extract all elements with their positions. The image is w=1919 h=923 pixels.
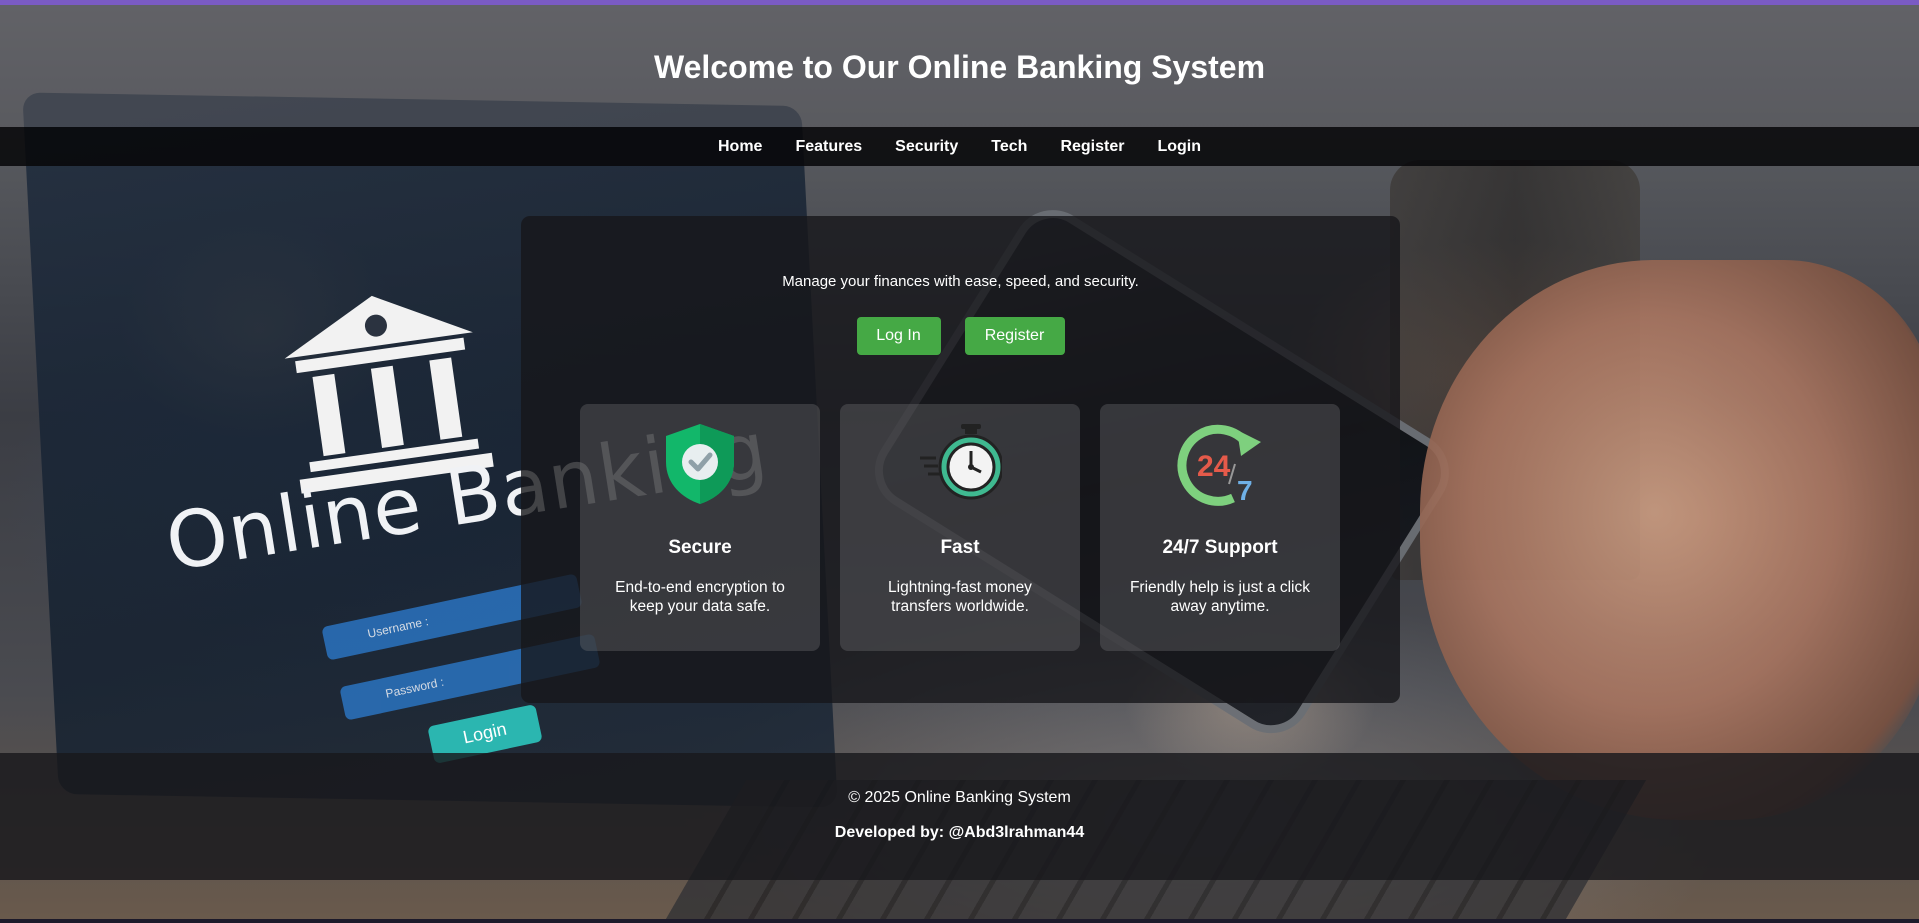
feature-cards: Secure End-to-end encryption to keep you… [580,404,1340,651]
copyright-text: © 2025 Online Banking System [848,789,1071,806]
feature-description: Lightning-fast money transfers worldwide… [888,579,1032,615]
feature-title: Secure [668,537,732,558]
shield-check-icon [580,422,820,506]
feature-description: End-to-end encryption to keep your data … [615,579,785,615]
support-24-7-icon: 24 7 [1100,422,1340,506]
nav-security[interactable]: Security [895,138,958,156]
feature-card-secure: Secure End-to-end encryption to keep you… [580,404,820,651]
hero-buttons: Log In Register [521,317,1400,355]
feature-card-support: 24 7 24/7 Support Friendly help is just … [1100,404,1340,651]
page-title: Welcome to Our Online Banking System [653,49,1266,85]
register-button[interactable]: Register [964,317,1065,355]
hand-graphic [1420,260,1919,820]
developer-credit: Developed by: @Abd3lrahman44 [834,824,1085,841]
main-nav: Home Features Security Tech Register Log… [0,127,1919,166]
svg-text:7: 7 [1237,475,1253,506]
hero-panel: Manage your finances with ease, speed, a… [521,216,1400,703]
site-footer: © 2025 Online Banking System Developed b… [0,753,1919,880]
nav-login[interactable]: Login [1157,138,1201,156]
hero-tagline: Manage your finances with ease, speed, a… [782,273,1139,290]
feature-card-fast: Fast Lightning-fast money transfers worl… [840,404,1080,651]
feature-title: Fast [940,537,980,558]
nav-tech[interactable]: Tech [991,138,1027,156]
feature-title: 24/7 Support [1162,537,1278,558]
nav-home[interactable]: Home [718,138,762,156]
nav-register[interactable]: Register [1060,138,1124,156]
site-header: Welcome to Our Online Banking System [0,5,1919,127]
feature-description: Friendly help is just a click away anyti… [1129,579,1311,615]
login-button[interactable]: Log In [856,317,941,355]
stopwatch-icon [840,422,1080,506]
svg-text:24: 24 [1197,450,1231,483]
nav-features[interactable]: Features [795,138,862,156]
bottom-border [0,919,1919,923]
